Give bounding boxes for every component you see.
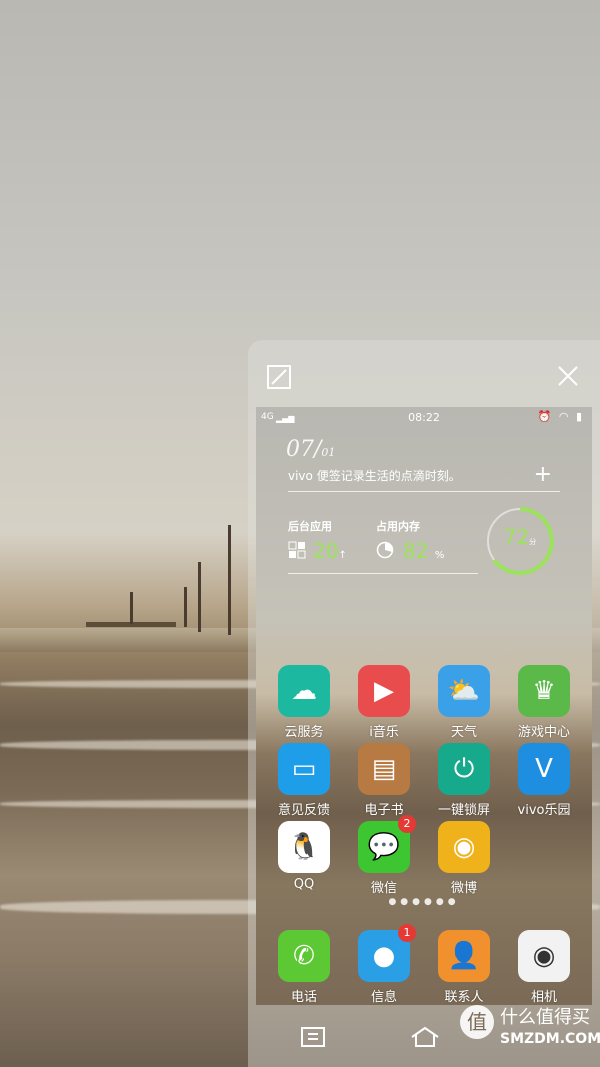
notification-badge: 1 <box>398 924 416 942</box>
app-label: 意见反馈 <box>277 803 330 818</box>
watermark: 值 什么值得买 SMZDM.COM <box>460 997 600 1059</box>
lamp-post <box>130 592 133 624</box>
app-label: QQ <box>293 877 315 892</box>
memory-pie-icon <box>376 541 394 559</box>
menu-icon[interactable] <box>300 1026 326 1054</box>
book-icon: ▤ <box>358 743 410 795</box>
watermark-line1: 什么值得买 <box>500 1007 590 1028</box>
message-icon: ● 1 <box>358 924 416 982</box>
apps-app[interactable]: 🐧 QQ <box>274 821 334 892</box>
dock-app[interactable]: ◉ 相机 <box>514 930 574 1005</box>
apps-app[interactable]: ♛ 游戏中心 <box>514 665 574 740</box>
weibo-icon: ◉ <box>438 821 490 873</box>
add-memo-icon[interactable]: + <box>534 462 552 487</box>
memory-label: 占用内存 <box>376 520 420 533</box>
camera-icon: ◉ <box>518 930 570 982</box>
score-unit: 分 <box>529 538 537 546</box>
lamp-post <box>184 587 187 627</box>
lamp-post <box>198 562 201 632</box>
wechat-icon: 💬 2 <box>358 815 416 873</box>
app-label: 微博 <box>450 881 477 896</box>
expand-icon[interactable] <box>266 364 292 394</box>
apps-grid-icon <box>288 541 306 559</box>
score-gauge[interactable]: 72分 <box>482 503 558 579</box>
lamp-post <box>228 525 231 635</box>
phone-icon: ✆ <box>278 930 330 982</box>
memory-value: 82 % <box>403 539 445 563</box>
apps-app[interactable]: ☁ 云服务 <box>274 665 334 740</box>
app-label: 微信 <box>370 881 397 896</box>
crown-icon: ♛ <box>518 665 570 717</box>
score-value: 72 <box>503 525 530 549</box>
screen-preview[interactable]: 4G ▂▄▆ 08:22 ⏰ ◠ ▮ 07/01 vivo 便签记录生活的点滴时… <box>256 407 592 1005</box>
app-label: i音乐 <box>369 725 399 740</box>
vivo-icon: V <box>518 743 570 795</box>
apps-app[interactable]: ⛅ 天气 <box>434 665 494 740</box>
page-indicator: ●●●●●● <box>388 897 460 907</box>
app-label: 游戏中心 <box>517 725 570 740</box>
notification-badge: 2 <box>398 815 416 833</box>
memo-text[interactable]: vivo 便签记录生活的点滴时刻。 <box>288 467 461 484</box>
alarm-icon: ⏰ <box>537 410 554 423</box>
memo-date: 07/01 <box>286 437 336 462</box>
background-apps-label: 后台应用 <box>288 520 332 533</box>
battery-icon: ▮ <box>575 410 584 423</box>
apps-app[interactable]: ⏻ 一键锁屏 <box>434 743 494 818</box>
feedback-icon: ▭ <box>278 743 330 795</box>
apps-app[interactable]: 💬 2 微信 <box>354 815 416 896</box>
play-icon: ▶ <box>358 665 410 717</box>
apps-app[interactable]: ▤ 电子书 <box>354 743 414 818</box>
cloud-icon: ☁ <box>278 665 330 717</box>
weather-icon: ⛅ <box>438 665 490 717</box>
app-label: vivo乐园 <box>517 803 571 818</box>
app-label: 云服务 <box>284 725 324 740</box>
background-apps-value: 20↑ <box>313 539 347 563</box>
apps-app[interactable]: ◉ 微博 <box>434 821 494 896</box>
status-bar: 4G ▂▄▆ 08:22 ⏰ ◠ ▮ <box>256 407 592 429</box>
apps-app[interactable]: ▭ 意见反馈 <box>274 743 334 818</box>
app-label: 电话 <box>290 990 317 1005</box>
close-icon[interactable] <box>556 364 580 392</box>
apps-app[interactable]: Vvivo乐园 <box>514 743 574 818</box>
contacts-icon: 👤 <box>438 930 490 982</box>
dock-app[interactable]: 👤 联系人 <box>434 930 494 1005</box>
apps-app[interactable]: ▶ i音乐 <box>354 665 414 740</box>
divider <box>288 491 560 492</box>
dock-app[interactable]: ✆ 电话 <box>274 930 334 1005</box>
app-label: 天气 <box>450 725 477 740</box>
home-icon[interactable] <box>410 1026 440 1054</box>
watermark-logo: 值 <box>460 1005 494 1039</box>
wifi-icon: ◠ <box>558 410 571 423</box>
dock-app[interactable]: ● 1 信息 <box>354 924 416 1005</box>
app-label: 信息 <box>370 990 397 1005</box>
status-icons: ⏰ ◠ ▮ <box>538 410 584 423</box>
qq-icon: 🐧 <box>278 821 330 873</box>
lock-icon: ⏻ <box>438 743 490 795</box>
divider <box>288 573 478 574</box>
app-label: 一键锁屏 <box>437 803 490 818</box>
watermark-line2: SMZDM.COM <box>500 1031 600 1047</box>
